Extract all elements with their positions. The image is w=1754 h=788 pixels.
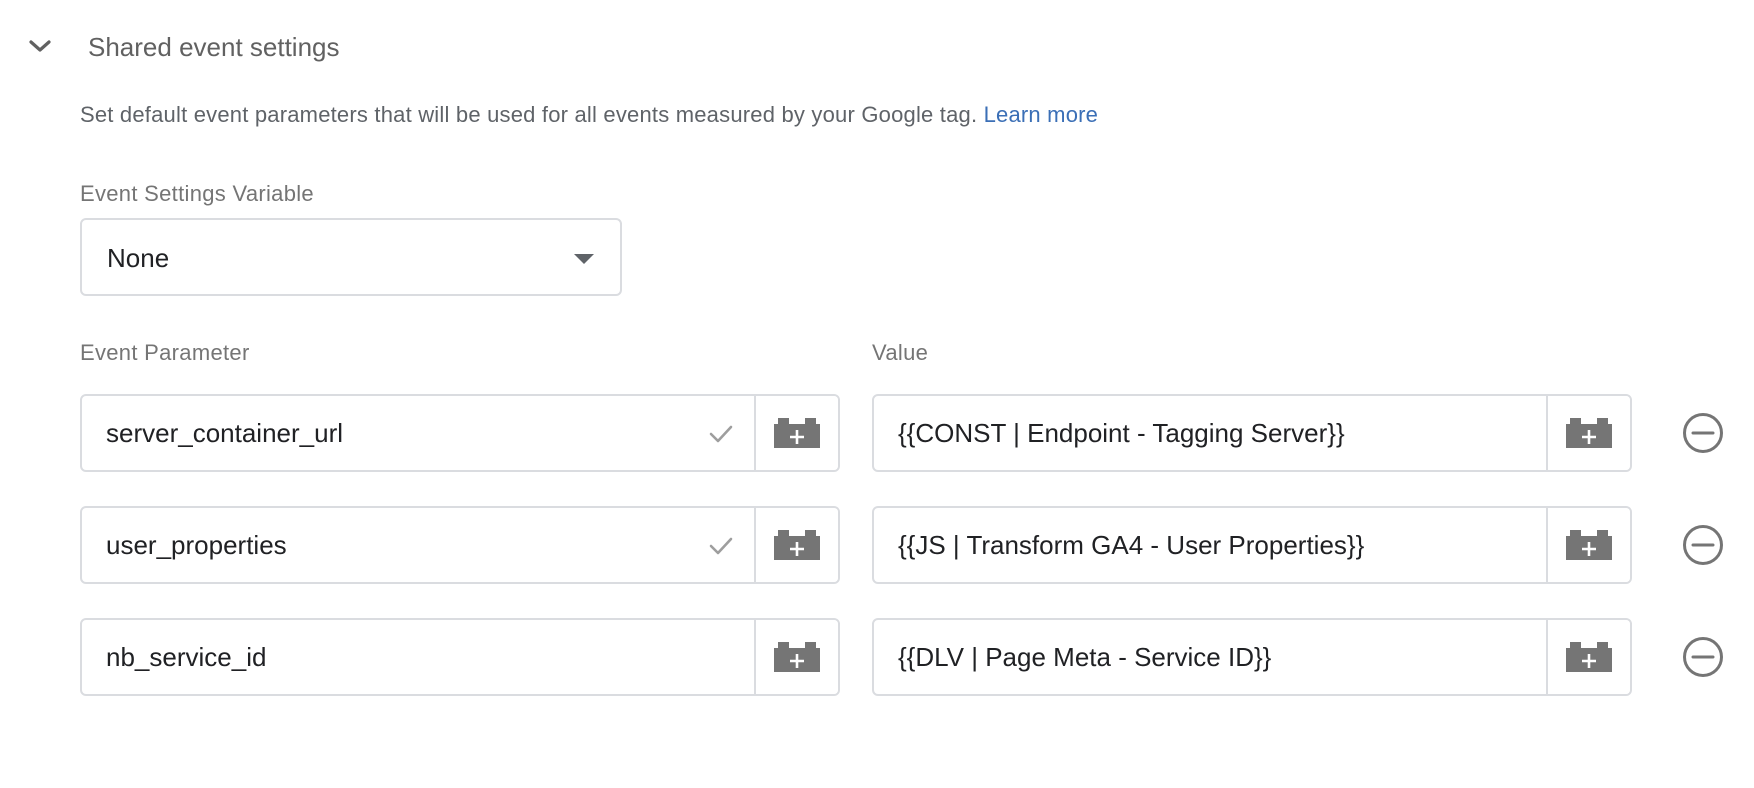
value-variable-picker-button[interactable] bbox=[1546, 508, 1630, 582]
remove-circle-icon[interactable] bbox=[1681, 411, 1725, 455]
value-field: {{DLV | Page Meta - Service ID}} bbox=[872, 618, 1632, 696]
collapse-section-button[interactable] bbox=[24, 30, 56, 62]
variable-brick-icon bbox=[774, 418, 820, 448]
remove-circle-icon[interactable] bbox=[1681, 635, 1725, 679]
parameter-field: user_properties bbox=[80, 506, 840, 584]
variable-brick-icon bbox=[1566, 642, 1612, 672]
value-text: {{DLV | Page Meta - Service ID}} bbox=[898, 641, 1272, 672]
parameter-text: user_properties bbox=[106, 529, 287, 560]
parameter-input[interactable]: user_properties bbox=[82, 508, 754, 582]
variable-brick-icon bbox=[774, 530, 820, 560]
parameter-text: server_container_url bbox=[106, 417, 344, 448]
parameter-variable-picker-button[interactable] bbox=[754, 396, 838, 470]
value-field: {{CONST | Endpoint - Tagging Server}} bbox=[872, 394, 1632, 472]
check-icon bbox=[709, 425, 733, 443]
check-icon bbox=[709, 537, 733, 555]
parameter-input[interactable]: server_container_url bbox=[82, 396, 754, 470]
description-text: Set default event parameters that will b… bbox=[80, 102, 978, 127]
event-settings-variable-select[interactable]: None bbox=[80, 218, 622, 296]
parameter-field: server_container_url bbox=[80, 394, 840, 472]
section-description: Set default event parameters that will b… bbox=[80, 100, 1098, 130]
variable-brick-icon bbox=[1566, 418, 1612, 448]
parameter-variable-picker-button[interactable] bbox=[754, 508, 838, 582]
value-input[interactable]: {{JS | Transform GA4 - User Properties}} bbox=[874, 508, 1546, 582]
event-parameter-label: Event Parameter bbox=[80, 340, 250, 365]
value-variable-picker-button[interactable] bbox=[1546, 620, 1630, 694]
value-input[interactable]: {{CONST | Endpoint - Tagging Server}} bbox=[874, 396, 1546, 470]
value-text: {{CONST | Endpoint - Tagging Server}} bbox=[898, 417, 1345, 448]
parameter-input[interactable]: nb_service_id bbox=[82, 620, 754, 694]
chevron-down-icon bbox=[29, 40, 51, 52]
parameter-text: nb_service_id bbox=[106, 641, 267, 672]
learn-more-link[interactable]: Learn more bbox=[984, 102, 1099, 127]
variable-brick-icon bbox=[1566, 530, 1612, 560]
variable-brick-icon bbox=[774, 642, 820, 672]
parameter-variable-picker-button[interactable] bbox=[754, 620, 838, 694]
value-field: {{JS | Transform GA4 - User Properties}} bbox=[872, 506, 1632, 584]
dropdown-arrow-icon bbox=[574, 254, 594, 264]
remove-circle-icon[interactable] bbox=[1681, 523, 1725, 567]
section-title: Shared event settings bbox=[88, 32, 340, 62]
event-settings-variable-label: Event Settings Variable bbox=[80, 181, 314, 206]
select-value: None bbox=[107, 243, 170, 273]
value-variable-picker-button[interactable] bbox=[1546, 396, 1630, 470]
value-text: {{JS | Transform GA4 - User Properties}} bbox=[898, 529, 1365, 560]
value-label: Value bbox=[872, 340, 929, 365]
value-input[interactable]: {{DLV | Page Meta - Service ID}} bbox=[874, 620, 1546, 694]
parameter-field: nb_service_id bbox=[80, 618, 840, 696]
